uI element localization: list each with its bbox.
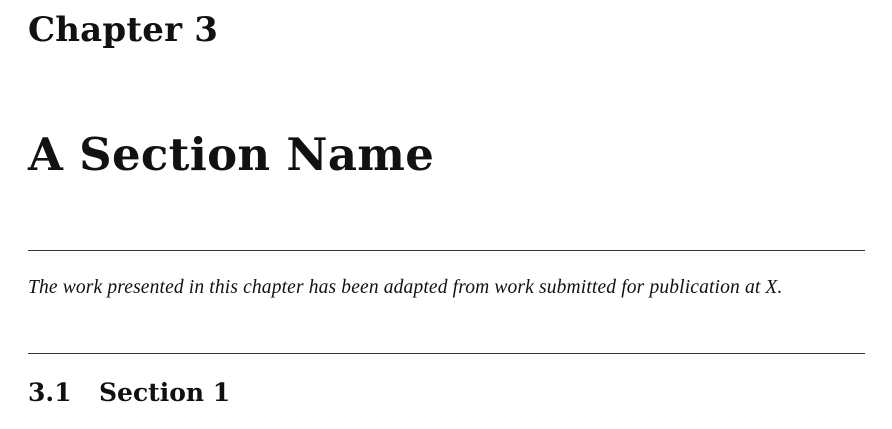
section-number: 3.1 [28, 378, 72, 407]
document-page: Chapter 3 A Section Name The work presen… [0, 0, 892, 429]
publication-note: The work presented in this chapter has b… [28, 277, 783, 298]
section-title: Section 1 [99, 378, 231, 407]
top-divider [28, 250, 865, 251]
section-heading: 3.1 Section 1 [28, 379, 230, 407]
chapter-title: A Section Name [28, 128, 435, 181]
chapter-label: Chapter 3 [28, 10, 219, 50]
bottom-divider [28, 353, 865, 354]
